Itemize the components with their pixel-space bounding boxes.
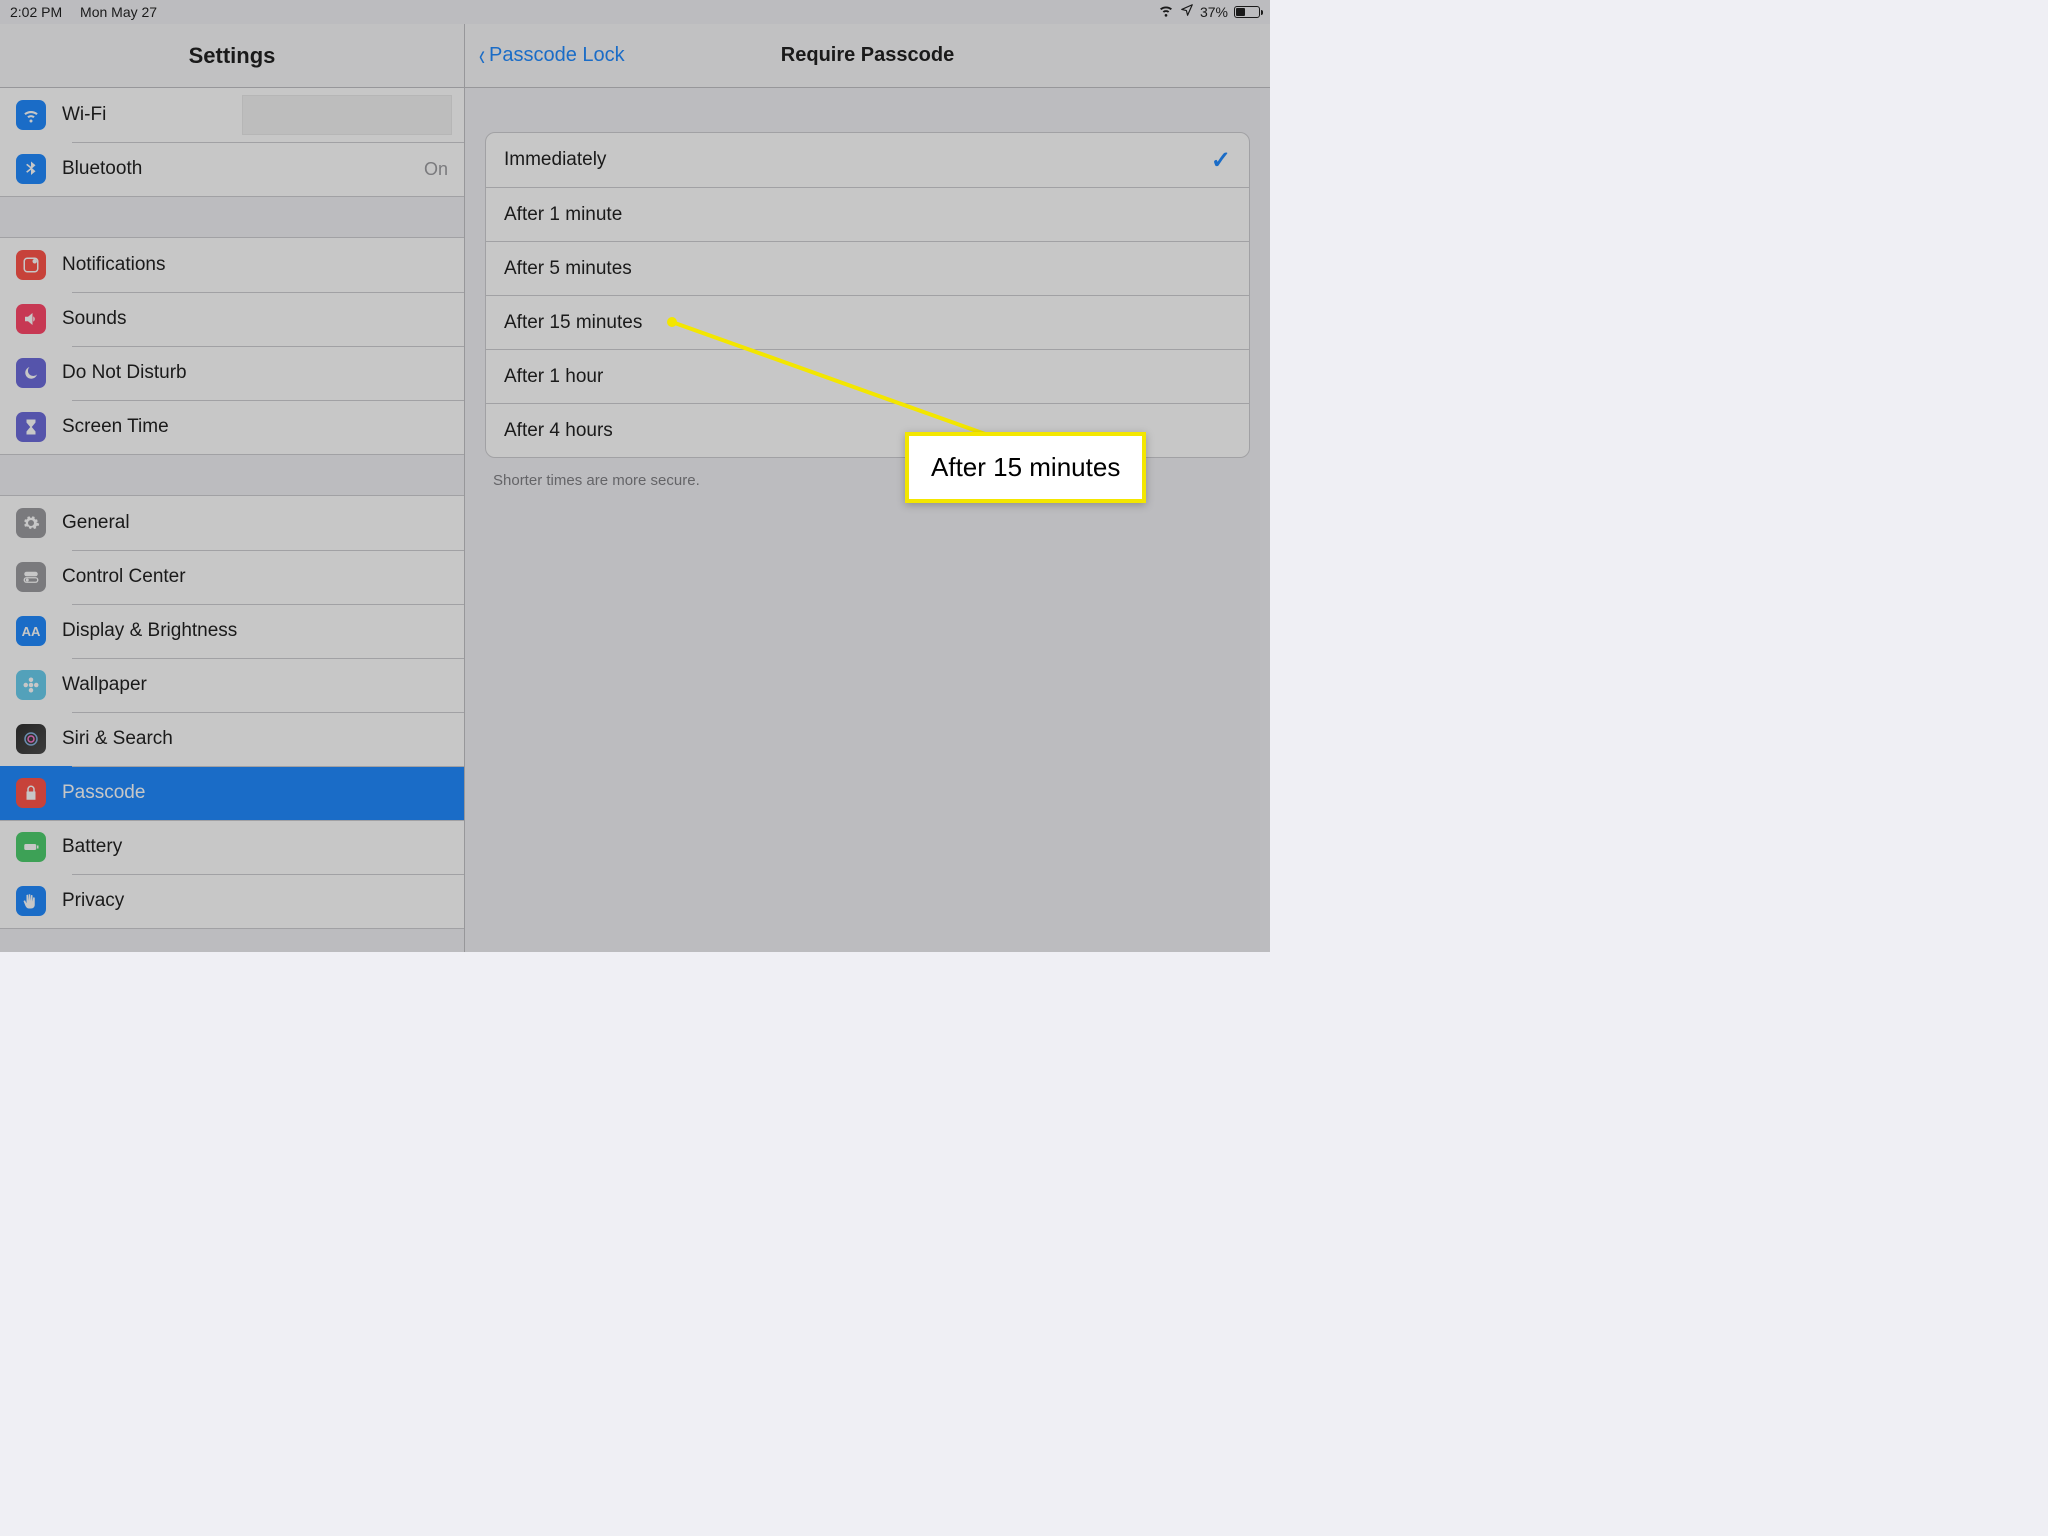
option-after-15-minutes[interactable]: After 15 minutes — [486, 295, 1249, 349]
sidebar-title: Settings — [0, 24, 464, 88]
option-immediately[interactable]: Immediately ✓ — [486, 133, 1249, 187]
require-passcode-options: Immediately ✓ After 1 minute After 5 min… — [485, 132, 1250, 458]
gear-icon — [16, 508, 46, 538]
option-label: Immediately — [504, 149, 1211, 171]
option-label: After 1 minute — [504, 204, 1231, 226]
status-time: 2:02 PM — [10, 4, 62, 20]
sidebar-item-label: Bluetooth — [62, 158, 424, 180]
sidebar-item-battery[interactable]: Battery — [0, 820, 464, 874]
option-label: After 15 minutes — [504, 312, 1231, 334]
chevron-left-icon: ‹ — [479, 41, 485, 71]
sidebar-item-controlcenter[interactable]: Control Center — [0, 550, 464, 604]
status-bar: 2:02 PM Mon May 27 37% — [0, 0, 1270, 24]
wifi-icon — [16, 100, 46, 130]
sidebar-group-alerts: Notifications Sounds Do Not Disturb Scre… — [0, 237, 464, 455]
sidebar-item-label: Sounds — [62, 308, 464, 330]
option-label: After 1 hour — [504, 366, 1231, 388]
settings-sidebar: Settings Wi-Fi Bluetooth On — [0, 24, 465, 952]
sidebar-item-label: Passcode — [62, 782, 464, 804]
sidebar-item-value: On — [424, 159, 464, 180]
lock-icon — [16, 778, 46, 808]
check-icon: ✓ — [1211, 146, 1231, 175]
sidebar-item-display[interactable]: AA Display & Brightness — [0, 604, 464, 658]
bluetooth-icon — [16, 154, 46, 184]
sidebar-item-label: Do Not Disturb — [62, 362, 464, 384]
battery-icon — [1234, 6, 1260, 18]
option-label: After 4 hours — [504, 420, 1231, 442]
battery-percent: 37% — [1200, 4, 1228, 20]
location-status-icon — [1180, 3, 1194, 20]
sidebar-item-label: Siri & Search — [62, 728, 464, 750]
sidebar-item-siri[interactable]: Siri & Search — [0, 712, 464, 766]
sidebar-item-label: Battery — [62, 836, 464, 858]
sidebar-group-system: General Control Center AA Display & Brig… — [0, 495, 464, 929]
sounds-icon — [16, 304, 46, 334]
detail-title: Require Passcode — [781, 44, 954, 67]
detail-pane: ‹ Passcode Lock Require Passcode Immedia… — [465, 24, 1270, 952]
sidebar-item-dnd[interactable]: Do Not Disturb — [0, 346, 464, 400]
sidebar-item-wallpaper[interactable]: Wallpaper — [0, 658, 464, 712]
switch-icon — [16, 562, 46, 592]
sidebar-item-sounds[interactable]: Sounds — [0, 292, 464, 346]
sidebar-item-label: Wi-Fi — [62, 104, 242, 126]
sidebar-group-connectivity: Wi-Fi Bluetooth On — [0, 88, 464, 197]
sidebar-item-passcode[interactable]: Passcode — [0, 766, 464, 820]
notifications-icon — [16, 250, 46, 280]
sidebar-item-general[interactable]: General — [0, 496, 464, 550]
back-label: Passcode Lock — [489, 44, 625, 67]
sidebar-item-bluetooth[interactable]: Bluetooth On — [0, 142, 464, 196]
option-after-5-minutes[interactable]: After 5 minutes — [486, 241, 1249, 295]
hand-icon — [16, 886, 46, 916]
sidebar-item-wifi[interactable]: Wi-Fi — [0, 88, 464, 142]
sidebar-item-label: Display & Brightness — [62, 620, 464, 642]
detail-header: ‹ Passcode Lock Require Passcode — [465, 24, 1270, 88]
flower-icon — [16, 670, 46, 700]
sidebar-item-label: Privacy — [62, 890, 464, 912]
back-button[interactable]: ‹ Passcode Lock — [477, 24, 625, 87]
status-date: Mon May 27 — [80, 4, 157, 20]
battery-icon — [16, 832, 46, 862]
options-footer-note: Shorter times are more secure. — [493, 472, 1250, 489]
sidebar-item-label: Notifications — [62, 254, 464, 276]
sidebar-item-label: Wallpaper — [62, 674, 464, 696]
option-after-4-hours[interactable]: After 4 hours — [486, 403, 1249, 457]
moon-icon — [16, 358, 46, 388]
sidebar-item-label: Screen Time — [62, 416, 464, 438]
aa-icon: AA — [16, 616, 46, 646]
sidebar-item-label: General — [62, 512, 464, 534]
sidebar-item-label: Control Center — [62, 566, 464, 588]
siri-icon — [16, 724, 46, 754]
redacted-wifi-value — [242, 95, 452, 135]
sidebar-item-notifications[interactable]: Notifications — [0, 238, 464, 292]
option-after-1-minute[interactable]: After 1 minute — [486, 187, 1249, 241]
wifi-status-icon — [1158, 2, 1174, 21]
option-after-1-hour[interactable]: After 1 hour — [486, 349, 1249, 403]
option-label: After 5 minutes — [504, 258, 1231, 280]
sidebar-item-privacy[interactable]: Privacy — [0, 874, 464, 928]
hourglass-icon — [16, 412, 46, 442]
sidebar-item-screentime[interactable]: Screen Time — [0, 400, 464, 454]
